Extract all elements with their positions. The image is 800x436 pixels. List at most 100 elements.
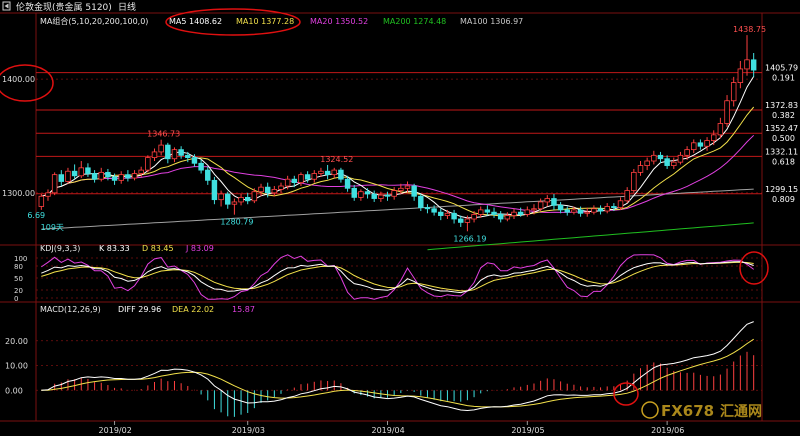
candle-body[interactable] [91, 173, 98, 180]
candle-body[interactable] [318, 170, 324, 174]
candle-body[interactable] [438, 211, 444, 216]
candle-body[interactable] [517, 211, 524, 215]
candle-body[interactable] [218, 193, 224, 201]
candle-body[interactable] [358, 191, 364, 198]
candle-body[interactable] [684, 149, 690, 156]
candle-body[interactable] [125, 174, 131, 179]
candle-body[interactable] [151, 151, 158, 158]
candle-body[interactable] [324, 170, 331, 176]
candle-body[interactable] [145, 157, 151, 171]
candle-body[interactable] [697, 142, 704, 147]
candle-body[interactable] [278, 185, 284, 190]
candle-body[interactable] [531, 208, 537, 211]
candle-body[interactable] [225, 193, 231, 205]
candle-body[interactable] [185, 154, 191, 158]
candle-body[interactable] [644, 160, 650, 166]
candle-body[interactable] [424, 207, 431, 210]
candle-body[interactable] [171, 149, 178, 160]
candle-body[interactable] [251, 191, 258, 202]
candle-body[interactable] [271, 189, 278, 194]
candle-body[interactable] [664, 158, 670, 166]
candle-body[interactable] [624, 190, 630, 202]
candle-body[interactable] [504, 215, 511, 220]
candle-body[interactable] [391, 190, 397, 197]
candle-body[interactable] [730, 82, 737, 102]
candle-body[interactable] [591, 208, 597, 213]
candle-body[interactable] [631, 171, 637, 191]
candle-body[interactable] [484, 209, 491, 213]
candle-body[interactable] [98, 171, 104, 180]
candle-body[interactable] [304, 174, 311, 180]
candle-body[interactable] [584, 211, 590, 214]
candle-body[interactable] [671, 161, 677, 166]
candle-body[interactable] [691, 142, 697, 151]
candle-body[interactable] [378, 194, 384, 199]
candle-body[interactable] [597, 208, 604, 212]
candle-body[interactable] [398, 187, 404, 191]
candle-body[interactable] [298, 174, 304, 184]
candle-body[interactable] [191, 157, 198, 164]
candle-body[interactable] [344, 178, 351, 189]
candle-body[interactable] [138, 169, 144, 174]
candle-body[interactable] [105, 171, 111, 178]
candle-body[interactable] [544, 198, 551, 203]
candle-body[interactable] [444, 212, 451, 216]
candle-body[interactable] [198, 162, 204, 171]
candle-body[interactable] [704, 140, 710, 147]
candle-body[interactable] [291, 178, 298, 184]
candle-body[interactable] [311, 173, 318, 180]
candle-body[interactable] [551, 198, 557, 206]
candle-body[interactable] [657, 154, 664, 160]
candle-body[interactable] [431, 208, 437, 213]
candle-body[interactable] [524, 209, 531, 215]
candle-body[interactable] [371, 193, 377, 199]
candle-body[interactable] [178, 149, 184, 156]
candle-body[interactable] [717, 123, 724, 136]
candle-body[interactable] [131, 173, 138, 179]
candle-body[interactable] [205, 169, 211, 181]
candle-body[interactable] [284, 178, 291, 187]
candle-body[interactable] [511, 211, 517, 216]
candle-body[interactable] [537, 201, 544, 210]
candle-body[interactable] [331, 169, 337, 176]
candle-body[interactable] [557, 204, 564, 211]
candle-body[interactable] [71, 170, 78, 177]
candle-body[interactable] [165, 144, 171, 160]
candle-body[interactable] [497, 214, 504, 220]
candle-body[interactable] [258, 186, 264, 193]
candle-body[interactable] [364, 191, 371, 195]
candle-body[interactable] [571, 209, 577, 213]
candle-body[interactable] [637, 165, 644, 173]
candle-body[interactable] [471, 214, 477, 220]
candle-body[interactable] [611, 206, 617, 209]
candle-body[interactable] [744, 59, 750, 70]
candle-body[interactable] [677, 154, 684, 163]
candle-body[interactable] [384, 194, 391, 197]
candle-body[interactable] [418, 195, 424, 209]
chart-canvas[interactable]: 伦敦金现(贵金属 5120) 日线 1400.00 1300.00 1405.790.1… [0, 0, 800, 436]
candle-body[interactable] [577, 209, 584, 214]
candle-body[interactable] [118, 174, 124, 181]
candle-body[interactable] [564, 209, 570, 213]
candle-body[interactable] [231, 201, 238, 205]
candle-body[interactable] [458, 218, 464, 223]
candle-body[interactable] [617, 200, 624, 209]
candle-body[interactable] [45, 192, 51, 197]
candle-body[interactable] [65, 170, 71, 182]
candle-body[interactable] [477, 209, 484, 215]
candle-body[interactable] [85, 167, 91, 174]
candle-body[interactable] [737, 68, 744, 83]
candle-body[interactable] [78, 167, 85, 177]
candle-body[interactable] [211, 179, 218, 201]
candle-body[interactable] [404, 185, 411, 189]
candle-body[interactable] [238, 196, 244, 203]
candle-body[interactable] [451, 212, 457, 220]
candle-body[interactable] [264, 186, 271, 194]
candle-body[interactable] [244, 196, 251, 202]
candle-body[interactable] [651, 154, 657, 162]
candle-body[interactable] [491, 211, 497, 215]
candle-body[interactable] [604, 206, 610, 212]
candle-body[interactable] [38, 195, 45, 207]
candle-body[interactable] [724, 100, 730, 124]
candle-body[interactable] [750, 59, 757, 71]
